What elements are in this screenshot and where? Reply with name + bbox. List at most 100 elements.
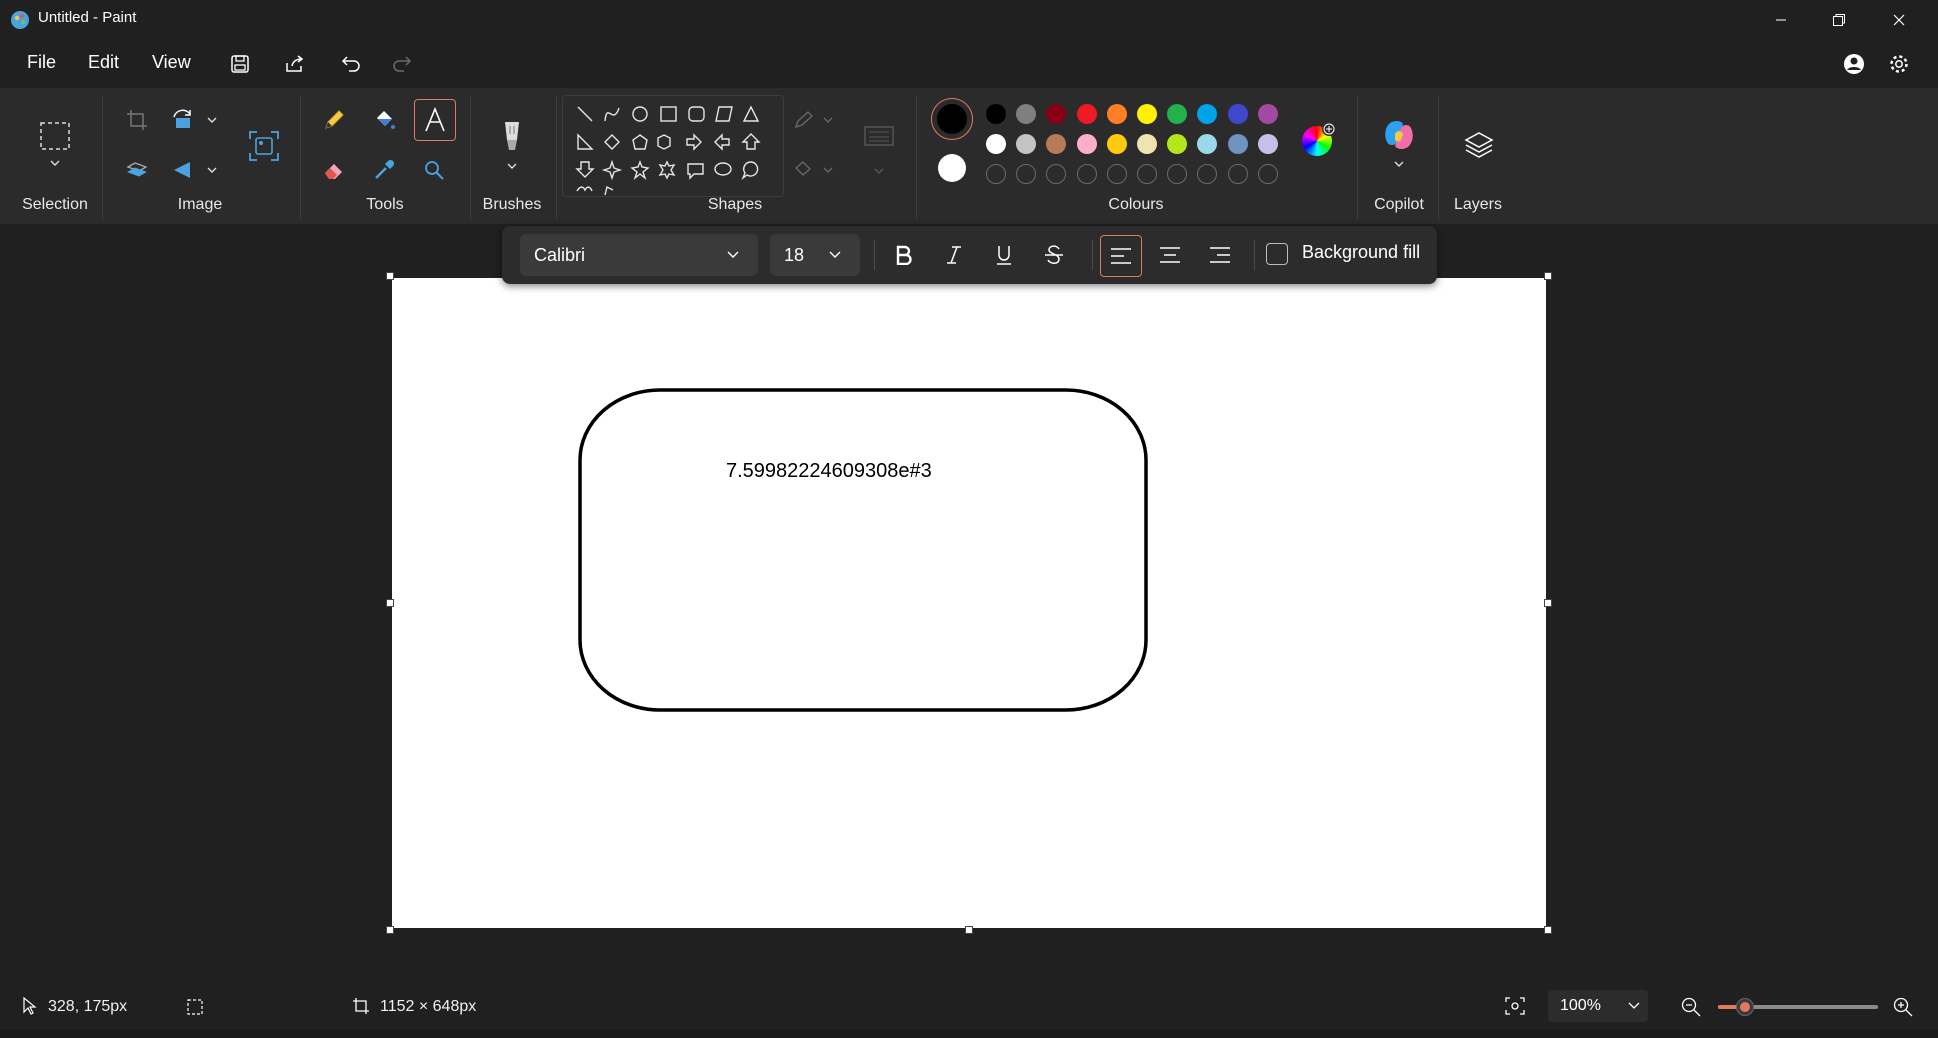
fit-to-window-icon[interactable]: [1504, 996, 1526, 1016]
color-swatch[interactable]: [1106, 104, 1127, 124]
undo-button[interactable]: [334, 50, 370, 78]
color-swatch[interactable]: [1137, 104, 1157, 124]
canvas-resize-handle[interactable]: [1544, 272, 1552, 280]
secondary-color-button[interactable]: [938, 154, 966, 182]
eraser-tool[interactable]: [314, 150, 354, 190]
custom-color-slot[interactable]: [986, 164, 1006, 184]
close-button[interactable]: [1870, 0, 1928, 40]
image-generator-button[interactable]: [244, 124, 284, 168]
color-swatch[interactable]: [986, 104, 1006, 124]
canvas-resize-handle[interactable]: [386, 926, 394, 934]
save-button[interactable]: [222, 50, 258, 78]
flip-dropdown[interactable]: [168, 150, 226, 190]
fill-tool[interactable]: [364, 100, 404, 140]
canvas-resize-handle[interactable]: [386, 599, 394, 607]
color-swatch[interactable]: [1137, 134, 1157, 154]
zoom-dropdown[interactable]: 100%: [1548, 990, 1648, 1022]
polygon-shape-icon: [715, 106, 733, 122]
settings-button[interactable]: [1881, 50, 1917, 78]
zoom-out-icon[interactable]: [1680, 996, 1702, 1018]
color-swatch[interactable]: [1046, 104, 1067, 124]
color-swatch[interactable]: [986, 134, 1006, 154]
font-size-dropdown[interactable]: 18: [770, 234, 860, 276]
fill-dropdown[interactable]: [792, 150, 840, 190]
custom-color-slot[interactable]: [1046, 164, 1067, 184]
color-swatch[interactable]: [1197, 134, 1218, 154]
menu-file[interactable]: File: [27, 52, 56, 73]
color-swatch[interactable]: [1016, 104, 1037, 124]
custom-color-slot[interactable]: [1076, 164, 1097, 184]
background-fill-checkbox[interactable]: [1266, 243, 1288, 265]
magnifier-tool[interactable]: [414, 150, 454, 190]
color-swatch[interactable]: [1257, 104, 1278, 124]
canvas-resize-handle[interactable]: [1544, 926, 1552, 934]
copilot-button[interactable]: [1378, 116, 1420, 172]
color-swatch[interactable]: [1046, 134, 1067, 154]
italic-button[interactable]: [934, 235, 974, 275]
cursor-position: 328, 175px: [48, 998, 128, 1015]
canvas-resize-handle[interactable]: [965, 926, 973, 934]
align-right-button[interactable]: [1200, 235, 1240, 275]
edit-colors-button[interactable]: [1302, 122, 1336, 156]
size-dropdown[interactable]: [858, 114, 900, 178]
outline-dropdown[interactable]: [792, 100, 840, 140]
custom-color-slot[interactable]: [1167, 164, 1188, 184]
selection-tool[interactable]: [34, 114, 76, 174]
color-swatch[interactable]: [1227, 134, 1248, 154]
align-left-icon: [1111, 248, 1131, 264]
share-button[interactable]: [277, 50, 313, 78]
custom-color-slot[interactable]: [1257, 164, 1278, 184]
color-picker-tool[interactable]: [364, 150, 404, 190]
gear-icon: [1890, 55, 1908, 73]
six-point-star-shape-icon: [658, 160, 676, 180]
menu-edit[interactable]: Edit: [88, 52, 119, 73]
account-button[interactable]: [1836, 50, 1872, 78]
color-swatch[interactable]: [1106, 134, 1127, 154]
underline-button[interactable]: [984, 235, 1024, 275]
align-left-button[interactable]: [1100, 235, 1142, 277]
font-family-dropdown[interactable]: Calibri: [520, 234, 758, 276]
color-swatch[interactable]: [1257, 134, 1278, 154]
color-swatch[interactable]: [1197, 104, 1218, 124]
custom-color-slot[interactable]: [1197, 164, 1218, 184]
canvas-resize-handle[interactable]: [386, 272, 394, 280]
color-swatch[interactable]: [1076, 104, 1097, 124]
custom-color-slot[interactable]: [1137, 164, 1157, 184]
undo-icon: [341, 56, 360, 72]
color-swatch[interactable]: [1167, 104, 1188, 124]
crop-tool[interactable]: [117, 100, 157, 140]
chevron-down-icon: [727, 251, 739, 258]
minimize-button[interactable]: [1752, 0, 1810, 40]
text-tool[interactable]: [414, 99, 456, 141]
pencil-tool[interactable]: [314, 100, 354, 140]
color-swatch[interactable]: [1227, 104, 1248, 124]
drawing-canvas[interactable]: 7.59982224609308e#3: [392, 278, 1546, 928]
zoom-in-icon[interactable]: [1892, 996, 1914, 1018]
layers-button[interactable]: [1458, 124, 1500, 166]
bold-button[interactable]: [884, 235, 924, 275]
canvas-text[interactable]: 7.59982224609308e#3: [726, 460, 932, 483]
zoom-slider[interactable]: [1718, 998, 1878, 1016]
rectangle-shape-icon: [660, 106, 677, 122]
primary-color-button[interactable]: [931, 98, 973, 140]
brushes-dropdown[interactable]: [492, 114, 532, 178]
restore-button[interactable]: [1810, 0, 1868, 40]
color-swatch[interactable]: [1167, 134, 1188, 154]
outline-icon: [794, 111, 833, 129]
color-swatch[interactable]: [1016, 134, 1037, 154]
toolbar-divider: [1092, 240, 1093, 270]
custom-color-slot[interactable]: [1227, 164, 1248, 184]
custom-color-slot[interactable]: [1016, 164, 1037, 184]
strikethrough-button[interactable]: [1034, 235, 1074, 275]
canvas-resize-handle[interactable]: [1544, 599, 1552, 607]
lightning-shape-icon: [604, 185, 614, 196]
redo-button[interactable]: [383, 50, 419, 78]
color-swatch[interactable]: [1076, 134, 1097, 154]
resize-tool[interactable]: [117, 150, 157, 190]
share-icon: [286, 55, 304, 72]
menu-view[interactable]: View: [152, 52, 191, 73]
custom-color-slot[interactable]: [1106, 164, 1127, 184]
align-center-button[interactable]: [1150, 235, 1190, 275]
rotate-dropdown[interactable]: [168, 100, 226, 140]
group-label-brushes: Brushes: [482, 196, 542, 213]
